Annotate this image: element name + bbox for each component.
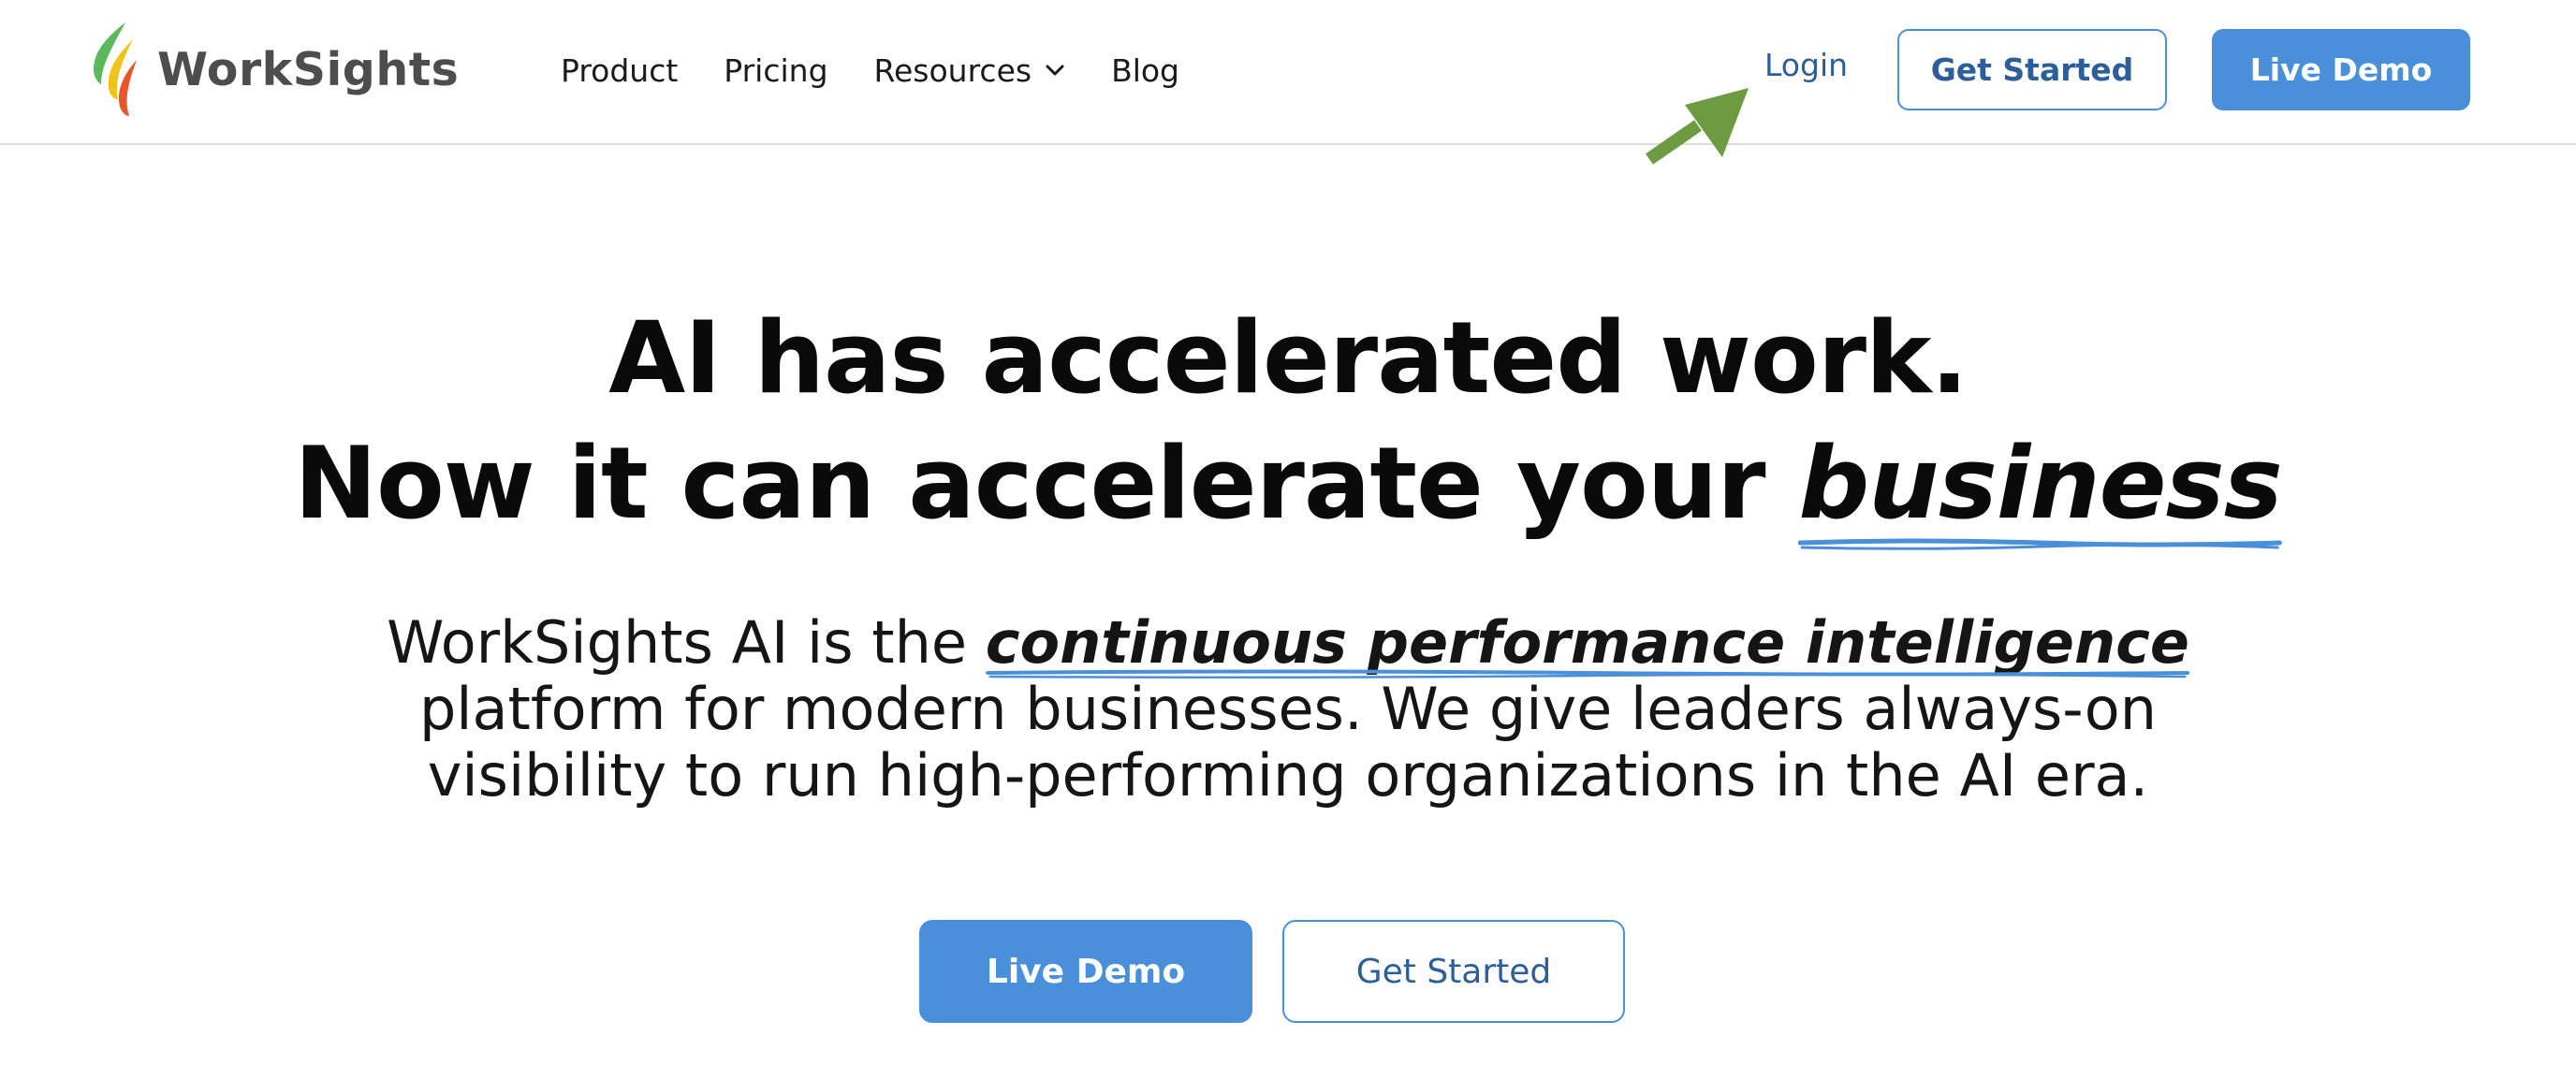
hero-title: AI has accelerated work. Now it can acce…: [0, 296, 2576, 550]
nav-item-blog[interactable]: Blog: [1111, 52, 1179, 89]
hero-subtitle-prefix: WorkSights AI is the: [387, 608, 986, 677]
main-nav: Product Pricing Resources Blog: [561, 43, 1179, 97]
header-live-demo-button[interactable]: Live Demo: [2212, 29, 2470, 110]
site-header: WorkSights Product Pricing Resources Blo…: [0, 0, 2576, 145]
hero-title-line2: Now it can accelerate your business: [0, 421, 2576, 550]
hero-title-line1: AI has accelerated work.: [608, 300, 1969, 416]
annotation-arrow-icon: [1646, 88, 1749, 165]
logo-icon: [94, 22, 137, 116]
nav-item-product[interactable]: Product: [561, 52, 678, 89]
nav-item-resources-label: Resources: [873, 51, 1032, 89]
nav-item-resources[interactable]: Resources: [874, 52, 1066, 89]
hero-subtitle-emphasis: continuous performance intelligence: [985, 608, 2189, 679]
squiggle-underline-icon: [1798, 538, 2282, 550]
hero-title-emphasis: business: [1798, 421, 2283, 550]
hero-live-demo-button[interactable]: Live Demo: [919, 920, 1252, 1023]
chevron-down-icon: [1046, 65, 1064, 76]
hero-get-started-button[interactable]: Get Started: [1282, 920, 1625, 1023]
hero-subtitle-line3: visibility to run high-performing organi…: [427, 741, 2149, 810]
hero-subtitle-emphasis-text: continuous performance intelligence: [985, 608, 2189, 677]
login-link[interactable]: Login: [1764, 47, 1848, 83]
logo-link[interactable]: WorkSights: [80, 19, 459, 120]
hero-title-line2-prefix: Now it can accelerate your: [294, 426, 1799, 541]
header-get-started-button[interactable]: Get Started: [1897, 29, 2167, 110]
hero-title-emphasis-text: business: [1798, 426, 2282, 541]
hero-subtitle-line2: platform for modern businesses. We give …: [418, 675, 2158, 743]
nav-item-pricing[interactable]: Pricing: [724, 52, 827, 89]
hero-subtitle: WorkSights AI is the continuous performa…: [309, 609, 2267, 809]
squiggle-underline-icon: [985, 669, 2189, 679]
brand-name: WorkSights: [157, 42, 460, 96]
